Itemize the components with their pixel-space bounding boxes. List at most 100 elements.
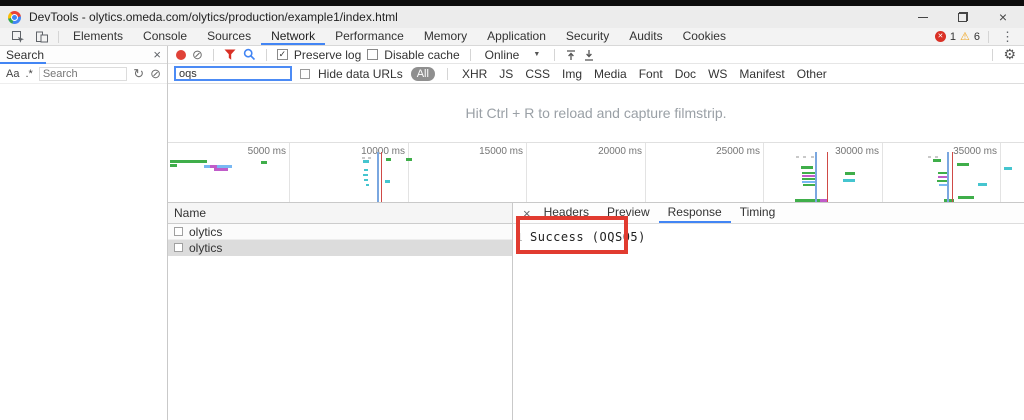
tab-application[interactable]: Application xyxy=(477,28,556,45)
preserve-log-checkbox[interactable]: ✓ xyxy=(277,49,288,60)
response-content[interactable]: 1 Success (OQS05) xyxy=(513,224,1024,420)
titlebar: DevTools - olytics.omeda.com/olytics/pro… xyxy=(0,6,1024,28)
filter-toggle-button[interactable] xyxy=(224,49,237,61)
filter-bar: Hide data URLs All XHR JS CSS Img Media … xyxy=(168,64,1024,84)
tab-memory[interactable]: Memory xyxy=(414,28,477,45)
overview-gridline xyxy=(763,143,764,202)
filter-type-font[interactable]: Font xyxy=(637,67,665,81)
details-tab-headers[interactable]: Headers xyxy=(535,203,598,223)
window-title: DevTools - olytics.omeda.com/olytics/pro… xyxy=(29,10,398,24)
line-number: 1 xyxy=(516,231,523,244)
overview-request-bar xyxy=(935,156,938,158)
minimize-icon xyxy=(918,17,928,18)
waterfall-overview[interactable]: 5000 ms10000 ms15000 ms20000 ms25000 ms3… xyxy=(168,143,1024,203)
filter-type-img[interactable]: Img xyxy=(560,67,584,81)
close-window-button[interactable]: × xyxy=(996,10,1010,24)
divider xyxy=(988,31,989,43)
devtools-tabbar: Elements Console Sources Network Perform… xyxy=(0,28,1024,46)
divider xyxy=(266,49,267,61)
error-icon[interactable]: ✕ xyxy=(935,31,946,42)
overview-request-bar xyxy=(802,172,816,174)
overview-request-bar xyxy=(386,158,391,161)
filter-type-ws[interactable]: WS xyxy=(706,67,729,81)
filter-type-doc[interactable]: Doc xyxy=(673,67,698,81)
details-tab-preview[interactable]: Preview xyxy=(598,203,659,223)
filter-type-media[interactable]: Media xyxy=(592,67,629,81)
row-checkbox[interactable] xyxy=(174,243,183,252)
overview-time-label: 10000 ms xyxy=(345,146,405,157)
filter-type-other[interactable]: Other xyxy=(795,67,829,81)
search-input[interactable] xyxy=(39,67,127,81)
details-tab-timing[interactable]: Timing xyxy=(731,203,785,223)
details-tab-response[interactable]: Response xyxy=(659,203,731,223)
overview-time-label: 5000 ms xyxy=(226,146,286,157)
overview-request-bar xyxy=(802,178,816,180)
overview-request-bar xyxy=(363,160,369,163)
search-requests-button[interactable] xyxy=(243,48,256,61)
overview-gridline xyxy=(882,143,883,202)
regex-toggle[interactable]: .* xyxy=(25,68,32,80)
throttling-value: Online xyxy=(485,48,520,62)
restore-button[interactable] xyxy=(956,10,970,24)
filter-type-all[interactable]: All xyxy=(411,67,435,81)
domcontentloaded-event-line xyxy=(815,152,817,203)
filter-input[interactable] xyxy=(174,66,292,81)
overview-request-bar xyxy=(958,196,974,199)
tab-sources[interactable]: Sources xyxy=(197,28,261,45)
request-row-selected[interactable]: olytics xyxy=(168,240,512,256)
restore-icon xyxy=(958,12,968,22)
gear-icon[interactable]: ⚙ xyxy=(1003,46,1016,63)
divider xyxy=(58,31,59,43)
warning-icon[interactable]: ⚠ xyxy=(960,30,970,43)
request-row[interactable]: olytics xyxy=(168,224,512,240)
close-search-panel-button[interactable]: × xyxy=(153,47,161,62)
name-column-header[interactable]: Name xyxy=(168,203,512,224)
filmstrip-area: Hit Ctrl + R to reload and capture films… xyxy=(168,84,1024,143)
overview-request-bar xyxy=(801,166,813,169)
search-results-area xyxy=(0,84,167,420)
filter-type-xhr[interactable]: XHR xyxy=(460,67,489,81)
import-har-button[interactable] xyxy=(565,49,577,61)
close-details-button[interactable]: × xyxy=(519,203,535,223)
tab-elements[interactable]: Elements xyxy=(63,28,133,45)
hide-data-urls-checkbox[interactable] xyxy=(300,69,310,79)
overview-request-bar xyxy=(843,179,855,182)
more-options-menu-icon[interactable]: ⋮ xyxy=(997,29,1018,45)
tab-network[interactable]: Network xyxy=(261,28,325,45)
filter-type-css[interactable]: CSS xyxy=(523,67,552,81)
clear-requests-icon[interactable]: ⊘ xyxy=(192,48,203,61)
overview-request-bar xyxy=(366,184,369,186)
throttling-dropdown[interactable]: Online ▼ xyxy=(481,48,545,62)
clear-search-icon[interactable]: ⊘ xyxy=(150,67,161,80)
record-button[interactable] xyxy=(176,50,186,60)
tab-security[interactable]: Security xyxy=(556,28,619,45)
inspect-element-button[interactable] xyxy=(6,28,30,45)
overview-time-label: 35000 ms xyxy=(937,146,997,157)
domcontentloaded-event-line xyxy=(947,152,949,203)
search-panel-title: Search xyxy=(6,48,44,62)
filter-type-js[interactable]: JS xyxy=(497,67,515,81)
overview-request-bar xyxy=(978,183,987,186)
refresh-search-icon[interactable]: ↻ xyxy=(133,67,144,80)
tab-cookies[interactable]: Cookies xyxy=(673,28,736,45)
inspect-cursor-icon xyxy=(11,30,25,44)
tab-audits[interactable]: Audits xyxy=(619,28,672,45)
active-tab-underline xyxy=(0,62,46,64)
overview-request-bar xyxy=(957,163,969,166)
overview-gridline xyxy=(408,143,409,202)
search-icon xyxy=(243,48,256,61)
overview-request-bar xyxy=(406,158,412,161)
disable-cache-checkbox[interactable] xyxy=(367,49,378,60)
toggle-device-toolbar-button[interactable] xyxy=(30,28,54,45)
tab-console[interactable]: Console xyxy=(133,28,197,45)
filter-type-manifest[interactable]: Manifest xyxy=(737,67,786,81)
overview-time-label: 15000 ms xyxy=(463,146,523,157)
tab-performance[interactable]: Performance xyxy=(325,28,414,45)
export-har-button[interactable] xyxy=(583,49,595,61)
overview-time-label: 25000 ms xyxy=(700,146,760,157)
match-case-toggle[interactable]: Aa xyxy=(6,68,19,80)
minimize-button[interactable] xyxy=(916,10,930,24)
row-checkbox[interactable] xyxy=(174,227,183,236)
requests-empty-area xyxy=(168,256,512,420)
preserve-log-label: Preserve log xyxy=(294,48,361,62)
